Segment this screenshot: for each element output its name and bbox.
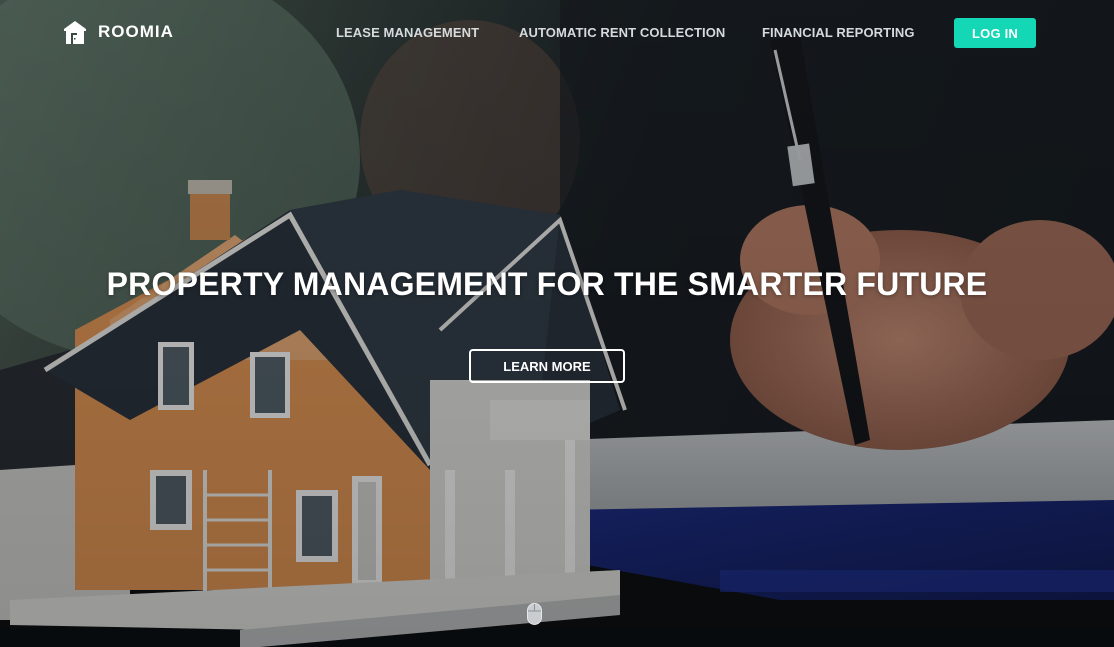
brand-name: ROOMIA	[98, 22, 174, 41]
building-logo-icon	[64, 21, 86, 44]
top-navigation: ROOMIA LEASE MANAGEMENT AUTOMATIC RENT C…	[0, 0, 1114, 64]
nav-link-financial-reporting[interactable]: FINANCIAL REPORTING	[762, 25, 915, 40]
nav-link-lease-management[interactable]: LEASE MANAGEMENT	[336, 25, 479, 40]
nav-link-automatic-rent-collection[interactable]: AUTOMATIC RENT COLLECTION	[519, 25, 725, 40]
login-button[interactable]: LOG IN	[954, 18, 1036, 48]
hero-background-image	[0, 0, 1114, 647]
learn-more-button[interactable]: LEARN MORE	[469, 349, 625, 383]
hero-section: ROOMIA LEASE MANAGEMENT AUTOMATIC RENT C…	[0, 0, 1114, 647]
hero-headline: PROPERTY MANAGEMENT FOR THE SMARTER FUTU…	[106, 266, 988, 302]
brand[interactable]: ROOMIA	[62, 19, 174, 45]
mouse-scroll-icon[interactable]	[527, 603, 542, 625]
